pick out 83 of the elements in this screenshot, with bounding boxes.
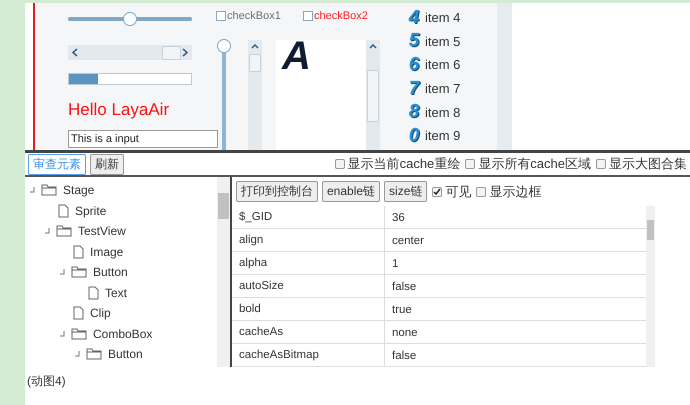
tree-item[interactable]: ComboBox (93, 326, 152, 341)
property-value: 36 (391, 212, 405, 224)
list-item[interactable]: item 4 (425, 10, 460, 26)
caption: (动图4) (26, 373, 67, 390)
checkbox-label[interactable]: 可见 (445, 182, 472, 200)
scrollbar[interactable] (497, 3, 512, 150)
file-icon (88, 286, 99, 300)
checkbox-label[interactable]: 显示所有cache区域 (478, 155, 591, 173)
tree-item[interactable]: Text (105, 286, 128, 300)
slider-thumb[interactable] (217, 39, 231, 53)
checkbox[interactable] (465, 159, 476, 169)
property-name: cacheAs (238, 326, 284, 338)
property-value: none (391, 327, 418, 339)
number-glyph: 8 (408, 101, 420, 124)
property-name: alpha (238, 257, 268, 269)
number-glyph: 5 (408, 30, 420, 52)
checkbox-label[interactable]: 显示当前cache重绘 (348, 155, 460, 173)
checkbox-label[interactable]: checkBox1 (227, 10, 281, 22)
action-button[interactable]: enable链 (322, 181, 380, 202)
checkbox[interactable] (476, 186, 486, 196)
property-value: false (391, 281, 416, 293)
checkbox[interactable] (596, 159, 606, 169)
property-value: 1 (391, 258, 398, 270)
input-field[interactable]: This is a input (68, 130, 218, 148)
list-item[interactable]: item 6 (425, 57, 460, 72)
property-name: bold (238, 303, 261, 315)
property-name: $_GID (238, 211, 272, 223)
list-item[interactable]: item 5 (425, 34, 460, 49)
tree-item[interactable]: Sprite (75, 204, 106, 218)
scroll-thumb[interactable] (162, 46, 181, 60)
tree-item[interactable]: Stage (63, 183, 94, 198)
file-icon (73, 306, 84, 320)
vertical-scrollbar[interactable] (248, 40, 262, 150)
folder-icon (41, 184, 57, 196)
expand-icon[interactable] (59, 269, 65, 276)
scroll-thumb[interactable] (367, 70, 379, 122)
action-button[interactable]: size链 (384, 181, 428, 202)
text-area[interactable]: A (276, 40, 366, 150)
checkbox[interactable] (334, 159, 345, 169)
checkbox-label[interactable]: 显示边框 (489, 182, 542, 200)
tree-item[interactable]: Button (108, 347, 143, 362)
folder-icon (71, 266, 87, 278)
toolbar-button[interactable]: 刷新 (90, 154, 124, 174)
list-item[interactable]: item 7 (425, 81, 460, 96)
folder-icon (71, 328, 87, 340)
number-glyph: 7 (408, 78, 421, 100)
tree-item[interactable]: Image (90, 244, 124, 259)
property-name: align (238, 234, 264, 246)
tree-item[interactable]: Clip (90, 306, 111, 320)
vertical-slider[interactable] (217, 39, 231, 150)
action-button[interactable]: 打印到控制台 (236, 181, 318, 202)
property-value: false (391, 350, 416, 362)
property-name: autoSize (238, 280, 284, 292)
hello-label: Hello LayaAir (68, 100, 170, 120)
slider-thumb[interactable] (123, 12, 137, 26)
file-icon (73, 244, 84, 259)
number-glyph: 4 (408, 6, 420, 29)
checkbox-label[interactable]: 显示大图合集 (609, 155, 687, 173)
tree-item[interactable]: Button (93, 265, 128, 280)
file-icon (58, 204, 69, 218)
property-value: center (391, 235, 424, 247)
checkbox[interactable] (216, 11, 226, 21)
scrollbar[interactable] (217, 177, 230, 367)
expand-icon[interactable] (74, 351, 80, 358)
property-value: true (391, 304, 412, 316)
number-glyph: 6 (408, 54, 420, 76)
scroll-thumb[interactable] (249, 54, 261, 72)
checkbox[interactable] (432, 186, 442, 196)
vertical-scrollbar[interactable] (366, 40, 380, 150)
expand-icon[interactable] (29, 187, 35, 194)
checkbox[interactable] (303, 11, 313, 21)
horizontal-scrollbar[interactable] (68, 45, 192, 60)
expand-icon[interactable] (44, 228, 50, 234)
number-glyph: 0 (408, 124, 420, 147)
property-name: cacheAsBitmap (238, 349, 319, 361)
checkbox-label[interactable]: checkBox2 (314, 10, 368, 22)
expand-icon[interactable] (59, 330, 65, 337)
folder-icon (56, 225, 72, 238)
tree-item[interactable]: TestView (78, 224, 126, 238)
folder-icon (86, 348, 102, 360)
list-item[interactable]: item 9 (425, 128, 460, 144)
scrollbar[interactable] (646, 206, 655, 367)
list-item[interactable]: item 8 (425, 104, 460, 120)
